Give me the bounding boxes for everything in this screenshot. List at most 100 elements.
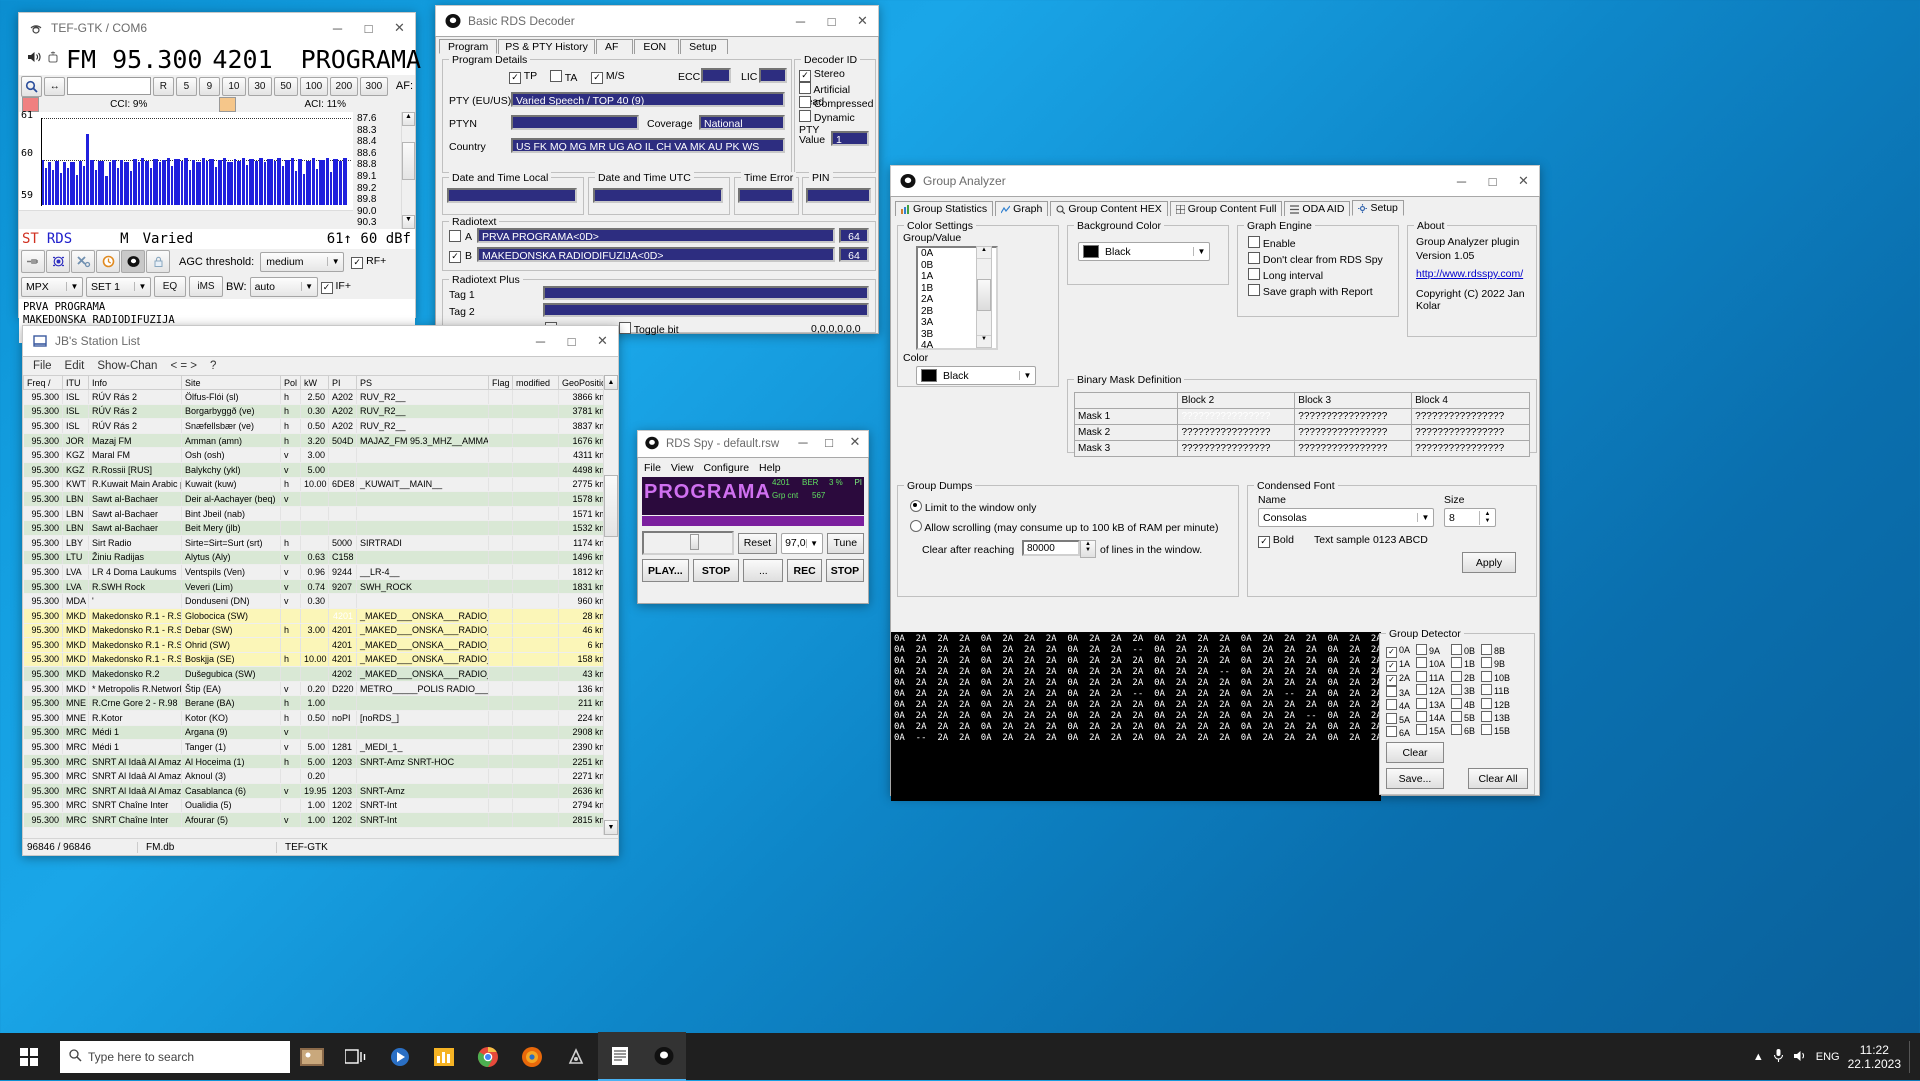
lock-icon[interactable] <box>146 250 170 274</box>
cell-pol[interactable]: v <box>280 447 301 463</box>
spy-freq-select[interactable]: 97,0 ▼ <box>781 532 823 554</box>
if-plus-checkbox[interactable]: ✓ IF+ <box>320 280 351 294</box>
cell-pi[interactable]: 1203 <box>328 754 357 770</box>
detector-checkbox-icon[interactable] <box>1416 711 1428 723</box>
chevron-down-icon-spy[interactable]: ▼ <box>805 538 822 548</box>
cell-info[interactable]: * Metropolis R.Network <box>88 681 182 697</box>
cell-kw[interactable]: 3.00 <box>300 447 329 463</box>
cell-pi[interactable]: 5000 <box>328 535 357 551</box>
artificial-head-check-icon[interactable] <box>799 82 811 94</box>
detector-checkbox-icon[interactable] <box>1416 657 1428 669</box>
cell-freq[interactable]: 95.300 <box>23 477 63 493</box>
detector-item[interactable]: 14A <box>1416 711 1445 724</box>
cell-pol[interactable]: h <box>280 754 301 770</box>
cell-site[interactable]: Kuwait (kuw) <box>181 477 281 493</box>
cell-flag[interactable] <box>488 550 513 566</box>
cell-pi[interactable]: 4201 <box>328 623 357 639</box>
table-row[interactable]: 95.300 MKD Makedonsko R.1 - R.Sk Ohrid (SW)… <box>23 637 603 653</box>
taskbar-app-media[interactable] <box>378 1033 422 1080</box>
cell-modified[interactable] <box>512 418 559 434</box>
ge-enable-check-icon[interactable] <box>1248 236 1260 248</box>
spy-stop2-button[interactable]: STOP <box>825 559 865 582</box>
table-row[interactable]: 95.300 KGZ R.Rossii [RUS] Balykchy (ykl) v 5.… <box>23 462 603 478</box>
sl-scroll-thumb[interactable] <box>604 475 618 537</box>
cell-freq[interactable]: 95.300 <box>23 535 63 551</box>
rds-minimize-button[interactable]: ─ <box>785 6 816 36</box>
lic-field[interactable] <box>759 68 787 83</box>
cell-freq[interactable]: 95.300 <box>23 447 63 463</box>
col-pol[interactable]: Pol <box>280 375 301 390</box>
table-row[interactable]: 95.300 LTU Žiniu Radijas Alytus (Aly) v 0.63 C… <box>23 550 603 566</box>
chevron-down-icon-mpx[interactable]: ▼ <box>66 282 82 292</box>
tp-check-icon[interactable]: ✓ <box>509 71 521 84</box>
cell-freq[interactable]: 95.300 <box>23 564 63 580</box>
tef-step-button-200[interactable]: 200 <box>329 76 358 96</box>
cell-geo[interactable]: 4311 km <box>558 447 603 463</box>
cell-kw[interactable] <box>300 535 329 551</box>
cell-geo[interactable]: 2794 km <box>558 798 603 814</box>
cell-itu[interactable]: MKD <box>62 666 89 682</box>
bw-select[interactable]: auto ▼ <box>249 276 318 297</box>
ga-minimize-button[interactable]: ─ <box>1446 166 1477 196</box>
col-site[interactable]: Site <box>181 375 281 390</box>
ecc-field[interactable] <box>701 68 731 83</box>
spy-title-bar[interactable]: RDS Spy - default.rsw ─ □ ✕ <box>637 430 869 457</box>
table-row[interactable]: 95.300 JOR Mazaj FM Amman (amn) h 3.20 504D MAJ… <box>23 433 603 449</box>
cell-itu[interactable]: MRC <box>62 798 89 814</box>
table-row[interactable]: 95.300 MKD Makedonsko R.1 - R.Sk Boskjja (S… <box>23 652 603 668</box>
cell-info[interactable]: R.Rossii [RUS] <box>88 462 182 478</box>
cell-flag[interactable] <box>488 725 513 741</box>
cell-info[interactable]: SNRT Chaîne Inter <box>88 812 182 828</box>
tp-checkbox[interactable]: ✓ TP <box>509 70 537 84</box>
detector-item[interactable]: 10A <box>1416 657 1445 670</box>
spy-rec-button[interactable]: REC <box>787 559 822 582</box>
time-error-field[interactable] <box>738 188 794 203</box>
cell-geo[interactable]: 3837 km <box>558 418 603 434</box>
detector-checkbox-icon[interactable] <box>1451 644 1463 655</box>
cell-pi[interactable]: 6DE8 <box>328 477 357 493</box>
cell-flag[interactable] <box>488 579 513 595</box>
cell-kw[interactable]: 5.00 <box>300 462 329 478</box>
gd-scroll-radio[interactable]: Allow scrolling (may consume up to 100 k… <box>910 520 1218 534</box>
mask-row[interactable]: Mask 2??????????????????????????????????… <box>1073 424 1530 441</box>
coverage-field[interactable]: National <box>699 115 785 130</box>
spy-maximize-button[interactable]: □ <box>816 429 842 455</box>
cell-freq[interactable]: 95.300 <box>23 681 63 697</box>
cell-pol[interactable]: h <box>280 418 301 434</box>
cell-ps[interactable] <box>356 506 489 522</box>
compressed-checkbox[interactable]: Compressed <box>799 96 873 110</box>
detector-item[interactable]: ✓ 1A <box>1386 658 1410 672</box>
cell-pi[interactable] <box>328 768 357 785</box>
menu-help[interactable]: ? <box>210 360 216 372</box>
menu-nav[interactable]: < = > <box>170 360 197 372</box>
cell-pi[interactable]: C158 <box>328 550 357 566</box>
cell-pol[interactable]: h <box>280 433 301 449</box>
tef-gtk-window[interactable]: TEF-GTK / COM6 ─ □ ✕ FM 95.300 4201 PROG… <box>18 12 421 343</box>
cell-modified[interactable] <box>512 491 559 507</box>
col-geoposition[interactable]: GeoPosition <box>558 375 603 390</box>
taskbar-app-firefox[interactable] <box>510 1033 554 1080</box>
table-row[interactable]: 95.300MRCMédi 1Argana (9)v 2908 km <box>23 725 603 741</box>
ge-dontclear-checkbox[interactable]: Don't clear from RDS Spy <box>1248 252 1383 266</box>
cell-flag[interactable] <box>488 520 513 536</box>
cell-kw[interactable]: 2.50 <box>300 389 329 405</box>
about-link[interactable]: http://www.rdsspy.com/ <box>1416 268 1523 280</box>
cell-ps[interactable]: _MAKED___ONSKA___RADIO__ <box>356 666 489 682</box>
mask-cell-b3[interactable]: ???????????????? <box>1294 424 1413 441</box>
sl-close-button[interactable]: ✕ <box>587 326 618 356</box>
taskbar-task-view[interactable] <box>334 1033 378 1080</box>
decoder-value-field[interactable]: 1 <box>831 131 869 146</box>
cell-pol[interactable]: v <box>280 725 301 741</box>
cell-info[interactable]: SNRT Al Idaâ Al Amazig <box>88 783 182 799</box>
menu-edit[interactable]: Edit <box>65 360 85 372</box>
cf-size-input[interactable]: 8 ▲ ▼ <box>1444 508 1496 527</box>
detector-checkbox-icon[interactable] <box>1386 712 1397 724</box>
cell-pi[interactable]: A202 <box>328 404 357 420</box>
col-freq[interactable]: Freq / <box>23 375 63 390</box>
cell-freq[interactable]: 95.300 <box>23 666 63 682</box>
detector-item[interactable]: ✓ 0A <box>1386 644 1410 658</box>
cell-freq[interactable]: 95.300 <box>23 418 63 434</box>
cell-pol[interactable]: v <box>280 462 301 478</box>
cell-ps[interactable] <box>356 593 489 609</box>
cell-itu[interactable]: MRC <box>62 768 89 785</box>
